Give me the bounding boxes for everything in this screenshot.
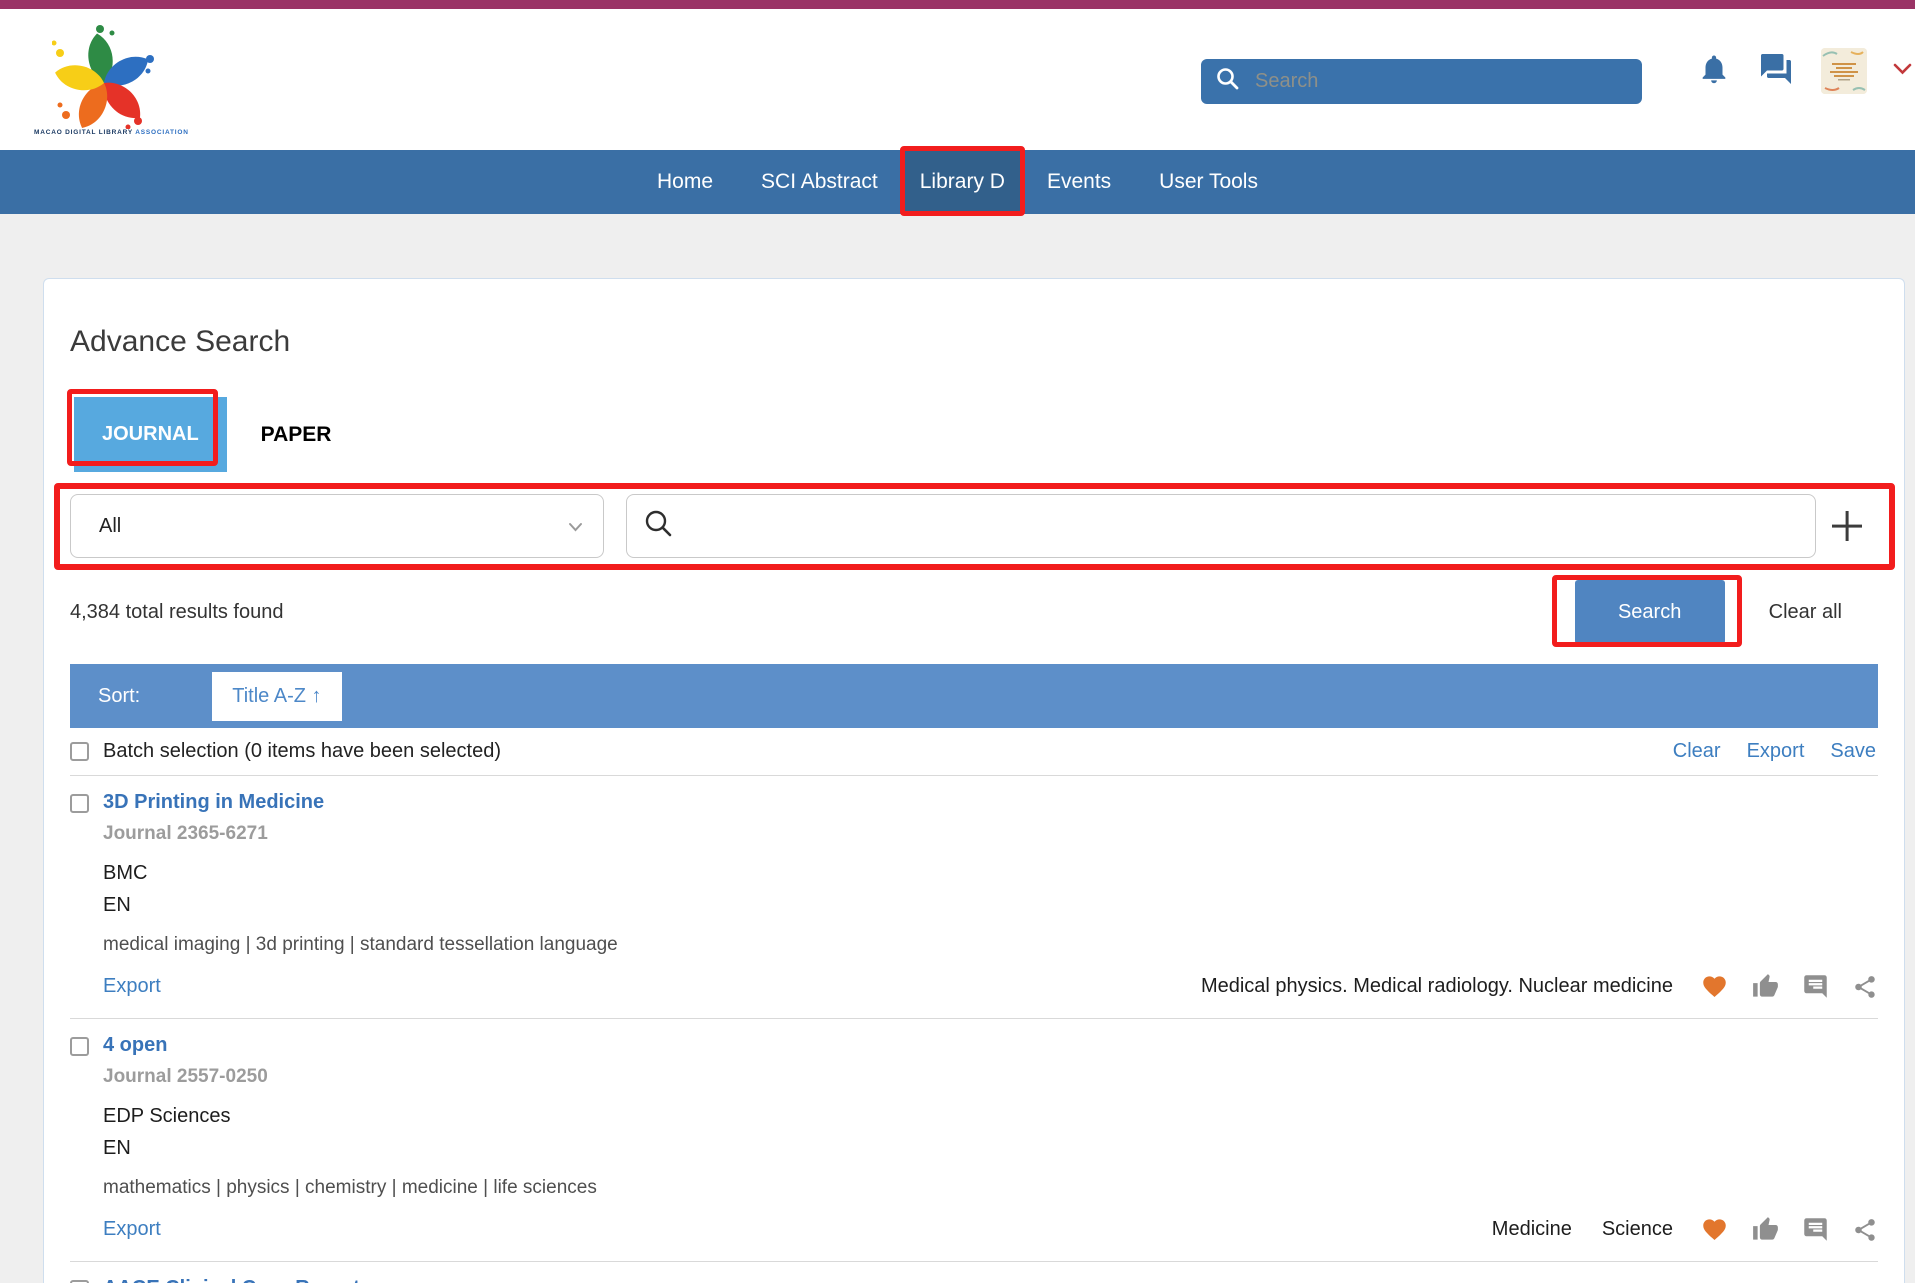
browser-top-strip xyxy=(0,0,1915,9)
share-icon[interactable] xyxy=(1852,974,1878,1000)
result-publisher: BMC xyxy=(103,862,1878,885)
batch-clear-link[interactable]: Clear xyxy=(1673,740,1721,763)
result-1-checkbox[interactable] xyxy=(70,794,89,813)
result-title-link[interactable]: 4 open xyxy=(103,1034,1878,1057)
chat-icon[interactable] xyxy=(1757,51,1795,92)
main-navbar: Home SCI Abstract Library D Events User … xyxy=(0,150,1915,214)
batch-label: Batch selection (0 items have been selec… xyxy=(103,740,501,763)
batch-row: Batch selection (0 items have been selec… xyxy=(70,728,1878,775)
header: MACAO DIGITAL LIBRARY ASSOCIATION xyxy=(0,9,1915,150)
result-keywords: mathematics | physics | chemistry | medi… xyxy=(103,1177,1878,1199)
result-action-icons xyxy=(1700,973,1878,1000)
logo-flower-icon xyxy=(34,25,174,129)
favorite-heart-icon[interactable] xyxy=(1700,1216,1729,1243)
page-title: Advance Search xyxy=(70,325,1878,359)
thumb-up-icon[interactable] xyxy=(1752,973,1779,1000)
nav-item-library-d[interactable]: Library D xyxy=(902,150,1023,214)
nav-item-user-tools[interactable]: User Tools xyxy=(1135,150,1282,214)
batch-select-checkbox[interactable] xyxy=(70,742,89,761)
result-categories: Medicine Science xyxy=(1492,1218,1673,1241)
sort-button[interactable]: Title A-Z ↑ xyxy=(212,672,341,721)
search-button[interactable]: Search xyxy=(1575,580,1725,644)
field-select[interactable]: All xyxy=(70,494,604,558)
query-input[interactable] xyxy=(687,515,1799,538)
results-row: 4,384 total results found Search Clear a… xyxy=(70,580,1878,644)
avatar[interactable] xyxy=(1821,48,1867,94)
batch-links: Clear Export Save xyxy=(1673,740,1878,763)
account-chevron-down-icon[interactable] xyxy=(1893,62,1912,81)
sort-bar: Sort: Title A-Z ↑ xyxy=(70,664,1878,728)
logo[interactable]: MACAO DIGITAL LIBRARY ASSOCIATION xyxy=(34,25,174,136)
search-icon xyxy=(1215,66,1241,97)
result-publisher: EDP Sciences xyxy=(103,1105,1878,1128)
result-title-link[interactable]: AACE Clinical Case Reports xyxy=(103,1277,1878,1283)
result-action-icons xyxy=(1700,1216,1878,1243)
result-title-link[interactable]: 3D Printing in Medicine xyxy=(103,791,1878,814)
header-icons xyxy=(1697,45,1912,97)
result-row-3: AACE Clinical Case Reports Journal 2376-… xyxy=(70,1262,1878,1283)
tab-journal[interactable]: JOURNAL xyxy=(74,397,227,472)
result-row-1: 3D Printing in Medicine Journal 2365-627… xyxy=(70,776,1878,1018)
query-box[interactable] xyxy=(626,494,1816,558)
query-search-icon xyxy=(643,508,675,545)
result-2-checkbox[interactable] xyxy=(70,1037,89,1056)
thumb-up-icon[interactable] xyxy=(1752,1216,1779,1243)
bell-icon[interactable] xyxy=(1697,50,1731,93)
result-export-link[interactable]: Export xyxy=(103,975,161,998)
result-issn: Journal 2557-0250 xyxy=(103,1066,1878,1088)
header-search-input[interactable] xyxy=(1255,70,1628,93)
result-export-link[interactable]: Export xyxy=(103,1218,161,1241)
header-search-box[interactable] xyxy=(1201,59,1642,104)
result-issn: Journal 2365-6271 xyxy=(103,823,1878,845)
tabs: JOURNAL PAPER xyxy=(70,397,1878,472)
page-background: Advance Search JOURNAL PAPER All xyxy=(0,214,1915,1283)
filter-row: All xyxy=(70,494,1878,558)
nav-item-events[interactable]: Events xyxy=(1023,150,1135,214)
field-select-value: All xyxy=(99,515,121,538)
results-count: 4,384 total results found xyxy=(70,601,283,624)
clear-all-button[interactable]: Clear all xyxy=(1769,601,1842,624)
result-categories: Medical physics. Medical radiology. Nucl… xyxy=(1201,975,1673,998)
result-row-2: 4 open Journal 2557-0250 EDP Sciences EN… xyxy=(70,1019,1878,1261)
batch-save-link[interactable]: Save xyxy=(1830,740,1876,763)
logo-caption: MACAO DIGITAL LIBRARY ASSOCIATION xyxy=(34,129,174,136)
tab-paper[interactable]: PAPER xyxy=(261,423,332,447)
nav-item-home[interactable]: Home xyxy=(633,150,737,214)
batch-export-link[interactable]: Export xyxy=(1747,740,1805,763)
sort-label: Sort: xyxy=(98,685,140,708)
add-criteria-button[interactable] xyxy=(1816,508,1878,544)
favorite-heart-icon[interactable] xyxy=(1700,973,1729,1000)
select-chevron-down-icon xyxy=(568,515,583,538)
result-keywords: medical imaging | 3d printing | standard… xyxy=(103,934,1878,956)
advance-search-card: Advance Search JOURNAL PAPER All xyxy=(43,278,1905,1283)
share-icon[interactable] xyxy=(1852,1217,1878,1243)
comment-icon[interactable] xyxy=(1802,1216,1829,1243)
comment-icon[interactable] xyxy=(1802,973,1829,1000)
nav-item-sci-abstract[interactable]: SCI Abstract xyxy=(737,150,902,214)
result-language: EN xyxy=(103,1137,1878,1160)
result-language: EN xyxy=(103,894,1878,917)
